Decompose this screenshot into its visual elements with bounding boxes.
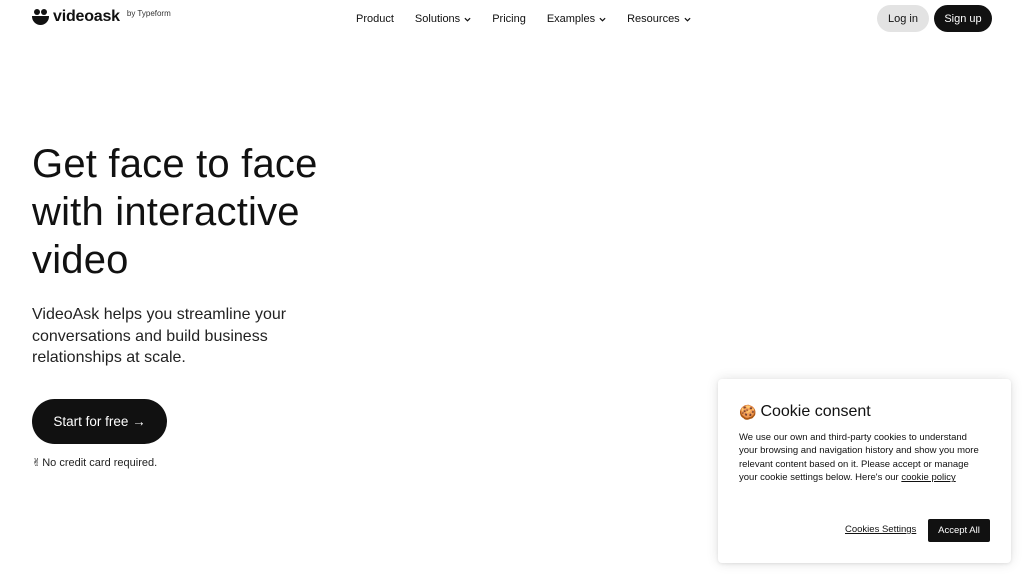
hero-subtitle-line: conversations and build business xyxy=(32,327,268,345)
nav-examples[interactable]: Examples xyxy=(547,11,606,27)
nav-solutions[interactable]: Solutions xyxy=(415,11,471,27)
cookie-policy-link[interactable]: cookie policy xyxy=(901,472,955,483)
login-button[interactable]: Log in xyxy=(877,5,929,32)
signup-button[interactable]: Sign up xyxy=(934,5,992,32)
videoask-logo[interactable]: videoask by Typeform xyxy=(32,8,171,26)
no-credit-card-text: No credit card required. xyxy=(42,456,158,469)
main-nav: Product Solutions Pricing Examples Resou… xyxy=(356,11,691,27)
page: videoask by Typeform Product Solutions P… xyxy=(0,0,1024,576)
nav-resources[interactable]: Resources xyxy=(627,11,691,27)
nav-product-label: Product xyxy=(356,13,394,25)
videoask-logo-icon xyxy=(32,9,49,25)
site-header: videoask by Typeform Product Solutions P… xyxy=(0,0,1024,38)
hero-subtitle-line: VideoAsk helps you streamline your xyxy=(32,306,287,323)
nav-resources-label: Resources xyxy=(627,13,680,25)
cookie-consent-dialog: 🍪 Cookie consent We use our own and thir… xyxy=(718,379,1011,563)
chevron-down-icon xyxy=(684,17,691,22)
hero-subtitle-line: relationships at scale. xyxy=(32,349,186,366)
logo-by-typeform: by Typeform xyxy=(126,8,171,18)
cookie-body-line: your cookie settings below. Here's our xyxy=(739,472,902,484)
cookie-body-line: We use our own and third-party cookies t… xyxy=(739,432,967,443)
cookie-body-line: your browsing and navigation history and… xyxy=(739,445,979,457)
cookie-consent-title: 🍪 Cookie consent xyxy=(739,403,871,421)
cookie-body-line: relevant content based on it. Please acc… xyxy=(739,458,969,470)
no-credit-card-note: ✌ No credit card required. xyxy=(32,456,158,470)
hero-title-line: Get face to face xyxy=(32,142,318,186)
hero-subtitle: VideoAsk helps you streamline your conve… xyxy=(32,304,312,369)
victory-hand-icon: ✌ xyxy=(32,457,42,469)
accept-all-button[interactable]: Accept All xyxy=(928,519,990,542)
hero-title-line: with interactive xyxy=(32,190,300,234)
nav-examples-label: Examples xyxy=(546,13,596,25)
hero-title: Get face to face with interactive video xyxy=(32,140,372,284)
cookie-icon: 🍪 xyxy=(739,403,757,420)
chevron-down-icon xyxy=(464,17,471,22)
chevron-down-icon xyxy=(599,17,606,22)
nav-solutions-label: Solutions xyxy=(414,13,461,25)
hero-title-line: video xyxy=(32,238,129,282)
logo-wordmark: videoask xyxy=(53,8,120,25)
nav-product[interactable]: Product xyxy=(356,11,394,27)
nav-pricing[interactable]: Pricing xyxy=(492,11,526,27)
cookie-title-text: Cookie consent xyxy=(760,403,871,420)
start-for-free-button[interactable]: Start for free → xyxy=(32,399,167,444)
cookie-consent-text: We use our own and third-party cookies t… xyxy=(739,431,995,485)
cookies-settings-button[interactable]: Cookies Settings xyxy=(845,524,916,535)
nav-pricing-label: Pricing xyxy=(492,13,526,25)
